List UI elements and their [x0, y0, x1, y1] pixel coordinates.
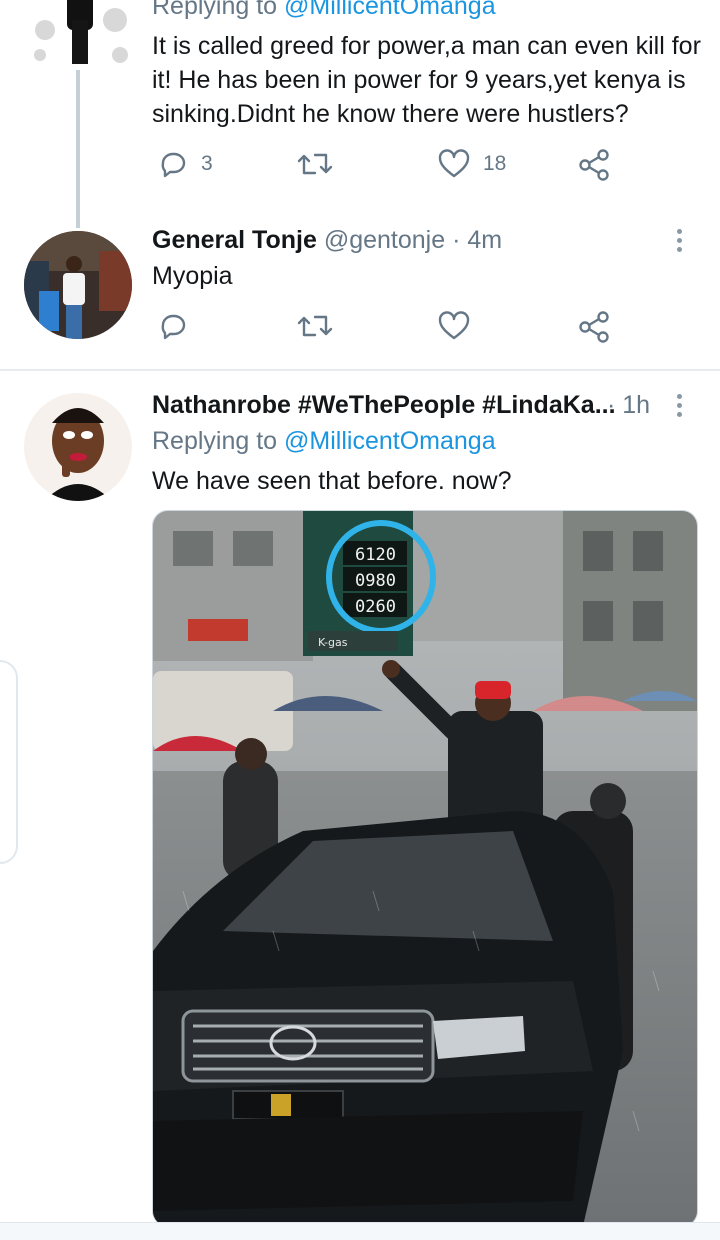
tweet-photo[interactable]: 6120 0980 0260 K-gas: [152, 510, 698, 1227]
share-button[interactable]: [577, 148, 611, 182]
like-icon: [438, 311, 470, 340]
display-name[interactable]: General Tonje: [152, 226, 317, 254]
more-icon: [671, 229, 687, 252]
avatar[interactable]: [24, 393, 132, 501]
tweet-actions: [152, 310, 622, 350]
reply-button[interactable]: [157, 310, 189, 342]
like-icon: [438, 149, 470, 178]
retweet-button[interactable]: [297, 310, 333, 342]
timestamp[interactable]: 1h: [622, 391, 650, 419]
share-button[interactable]: [577, 310, 611, 344]
tweet-text: Myopia: [152, 262, 233, 290]
reply-icon: [161, 152, 186, 178]
like-button[interactable]: 18: [437, 148, 506, 180]
reply-icon: [161, 314, 186, 340]
fuel-price: 0260: [355, 597, 396, 617]
tweet-text: We have seen that before. now?: [152, 467, 512, 495]
tweet-header: General Tonje @gentonje · 4m: [152, 226, 502, 255]
avatar[interactable]: [25, 0, 135, 70]
share-icon: [579, 149, 609, 181]
fuel-price: 6120: [355, 545, 396, 565]
reply-button[interactable]: 3: [157, 148, 213, 180]
tweet-header: Nathanrobe #WeThePeople #LindaKa...: [152, 391, 616, 420]
timestamp[interactable]: 4m: [467, 226, 502, 254]
more-icon: [671, 394, 687, 417]
mention-link[interactable]: @MillicentOmanga: [284, 0, 496, 20]
display-name[interactable]: Nathanrobe #WeThePeople #LindaKa...: [152, 391, 616, 419]
like-count: 18: [483, 152, 507, 175]
fuel-price: 0980: [355, 571, 396, 591]
replying-to: Replying to @MillicentOmanga: [152, 427, 496, 455]
share-icon: [579, 311, 609, 343]
tweet-time: · 1h: [607, 391, 650, 420]
more-button[interactable]: [671, 226, 687, 256]
retweet-button[interactable]: [297, 148, 333, 180]
bottom-bar: [0, 1222, 720, 1240]
separator: ·: [452, 226, 461, 254]
mention-link[interactable]: @MillicentOmanga: [284, 427, 496, 455]
separator: ·: [607, 391, 616, 419]
more-button[interactable]: [671, 391, 687, 421]
retweet-icon: [297, 153, 333, 175]
tweet-divider: [0, 369, 720, 371]
tweet-text: It is called greed for power,a man can e…: [152, 32, 701, 128]
retweet-icon: [297, 315, 333, 337]
user-handle[interactable]: @gentonje: [324, 226, 445, 254]
side-panel-edge: [0, 660, 18, 864]
reply-count: 3: [201, 152, 213, 175]
like-button[interactable]: [437, 310, 471, 342]
station-sign: K-gas: [318, 636, 348, 649]
replying-to: Replying to @MillicentOmanga: [152, 0, 496, 21]
tweet-actions: 3 18: [152, 148, 622, 188]
avatar[interactable]: [24, 231, 132, 339]
